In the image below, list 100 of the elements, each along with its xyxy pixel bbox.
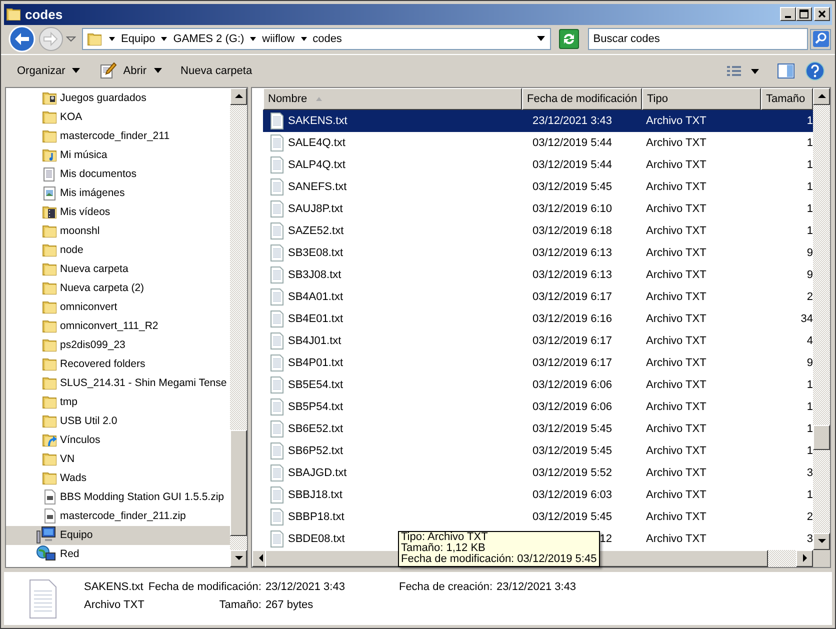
refresh-icon xyxy=(562,32,576,46)
file-type: Archivo TXT xyxy=(646,400,706,413)
tree-item[interactable]: mastercode_finder_211.zip xyxy=(6,506,230,526)
caret-icon xyxy=(152,67,163,76)
scroll-up-button[interactable] xyxy=(813,88,830,105)
tree-item[interactable]: USB Util 2.0 xyxy=(6,412,230,431)
help-button[interactable] xyxy=(805,61,825,82)
folder-icon xyxy=(42,413,58,430)
modified-date: 03/12/2019 5:45 xyxy=(532,444,612,457)
modified-date: 03/12/2019 6:10 xyxy=(532,202,612,215)
toolbar-button[interactable]: Nueva carpeta xyxy=(176,62,256,80)
text-file-icon xyxy=(269,266,285,284)
minimize-button[interactable] xyxy=(780,7,796,22)
tree-item[interactable]: omniconvert_111_R2 xyxy=(6,316,230,336)
back-button[interactable] xyxy=(8,25,36,54)
selected-file-row[interactable]: SAKENS.txt 23/12/2021 3:43 Archivo TXT 1 xyxy=(263,110,813,132)
preview-pane-button[interactable] xyxy=(777,63,795,80)
tree-item[interactable]: mastercode_finder_211 xyxy=(6,126,230,146)
file-size: 2 xyxy=(806,290,813,303)
toolbar-button[interactable]: Organizar xyxy=(13,62,86,80)
modified-date: 03/12/2019 5:44 xyxy=(532,136,612,149)
arrow-left-icon xyxy=(258,554,262,562)
file-type: Archivo TXT xyxy=(646,532,706,545)
search-field[interactable]: Buscar codes xyxy=(588,28,808,50)
folder-icon xyxy=(42,109,58,126)
tree-item[interactable]: Equipo xyxy=(6,526,230,545)
maximize-button[interactable] xyxy=(796,7,812,22)
text-file-icon xyxy=(269,156,285,174)
column-header[interactable]: Tipo xyxy=(642,88,761,110)
text-file-icon xyxy=(269,288,285,306)
breadcrumb[interactable]: Equipo xyxy=(121,33,156,46)
tree-item[interactable]: Nueva carpeta xyxy=(6,260,230,279)
tree-item[interactable]: node xyxy=(6,240,230,260)
folder-icon xyxy=(42,242,58,258)
tooltip-line: Tamaño: 1,12 KB xyxy=(401,542,486,554)
history-dropdown[interactable] xyxy=(66,34,76,44)
caret-icon xyxy=(71,67,82,76)
file-type: Archivo TXT xyxy=(646,136,706,149)
column-header[interactable]: Fecha de modificación xyxy=(522,88,642,110)
tree-item[interactable]: Wads xyxy=(6,468,230,488)
tree-item[interactable]: omniconvert xyxy=(6,298,230,317)
file-size: 1 xyxy=(806,400,813,413)
file-type: Archivo TXT xyxy=(84,598,144,611)
tree-item[interactable]: KOA xyxy=(6,108,230,127)
field-value: 23/12/2021 3:43 xyxy=(496,580,576,593)
refresh-button[interactable] xyxy=(559,29,580,50)
tree-item[interactable]: BBS Modding Station GUI 1.5.5.zip xyxy=(6,488,230,507)
tree-item[interactable]: Mis vídeos xyxy=(6,202,230,222)
breadcrumb[interactable]: wiiflow xyxy=(262,33,295,46)
scrollbar-thumb[interactable] xyxy=(813,424,830,450)
tree-item[interactable]: Nueva carpeta (2) xyxy=(6,278,230,298)
text-file-icon xyxy=(269,200,285,218)
tree-item[interactable]: Mis imágenes xyxy=(6,184,230,203)
field-label: Tamaño: xyxy=(219,598,262,611)
tree-item[interactable]: SLUS_214.31 - Shin Megami Tense xyxy=(6,374,230,393)
scroll-down-button[interactable] xyxy=(230,550,247,567)
text-file-icon xyxy=(269,222,285,240)
column-header[interactable]: Tamaño xyxy=(761,88,813,110)
search-button[interactable] xyxy=(810,28,831,50)
tree-item[interactable]: Red xyxy=(6,544,230,564)
tree-item[interactable]: Juegos guardados xyxy=(6,88,230,108)
tree-item[interactable]: Mi música xyxy=(6,146,230,165)
breadcrumb[interactable]: codes xyxy=(312,33,342,46)
file-name: SB4P01.txt xyxy=(288,356,344,369)
file-name: SBBP18.txt xyxy=(288,510,344,523)
address-bar[interactable]: Equipo GAMES 2 (G:) wiiflow codes xyxy=(82,28,552,50)
tree-item[interactable]: tmp xyxy=(6,392,230,412)
text-file-icon xyxy=(269,244,285,262)
tooltip-line: Tipo: Archivo TXT xyxy=(401,532,489,543)
tree-item[interactable]: VN xyxy=(6,450,230,469)
tree-item[interactable]: ps2dis099_23 xyxy=(6,336,230,355)
text-file-icon xyxy=(269,310,285,328)
file-type: Archivo TXT xyxy=(646,488,706,501)
text-file-icon xyxy=(269,354,285,372)
text-file-icon xyxy=(28,578,58,619)
tree-item[interactable]: moonshl xyxy=(6,222,230,241)
arrow-down-icon xyxy=(818,539,826,544)
close-button[interactable] xyxy=(814,7,830,22)
scroll-up-button[interactable] xyxy=(230,88,247,105)
tree-item[interactable]: Recovered folders xyxy=(6,354,230,374)
tree-item[interactable]: Mis documentos xyxy=(6,164,230,184)
file-type: Archivo TXT xyxy=(646,356,706,369)
scrollbar[interactable] xyxy=(813,88,830,550)
tree-item[interactable]: Vínculos xyxy=(6,430,230,450)
file-size: 3 xyxy=(806,466,813,479)
scrollbar[interactable] xyxy=(230,88,247,567)
scroll-right-button[interactable] xyxy=(796,550,813,567)
caret-icon xyxy=(536,35,546,44)
file-type: Archivo TXT xyxy=(646,312,706,325)
modified-date: 03/12/2019 5:45 xyxy=(532,510,612,523)
breadcrumb[interactable]: GAMES 2 (G:) xyxy=(173,33,244,46)
scroll-down-button[interactable] xyxy=(813,532,830,550)
toolbar-button[interactable]: Abrir xyxy=(95,59,167,84)
scrollbar-corner xyxy=(813,550,830,567)
file-name: SB5E54.txt xyxy=(288,378,344,391)
file-size: 1 xyxy=(806,158,813,171)
file-name: SBBJ18.txt xyxy=(288,488,342,501)
column-header[interactable]: Nombre xyxy=(263,88,522,110)
scrollbar-thumb[interactable] xyxy=(230,430,247,536)
modified-date: 03/12/2019 6:03 xyxy=(532,488,612,501)
